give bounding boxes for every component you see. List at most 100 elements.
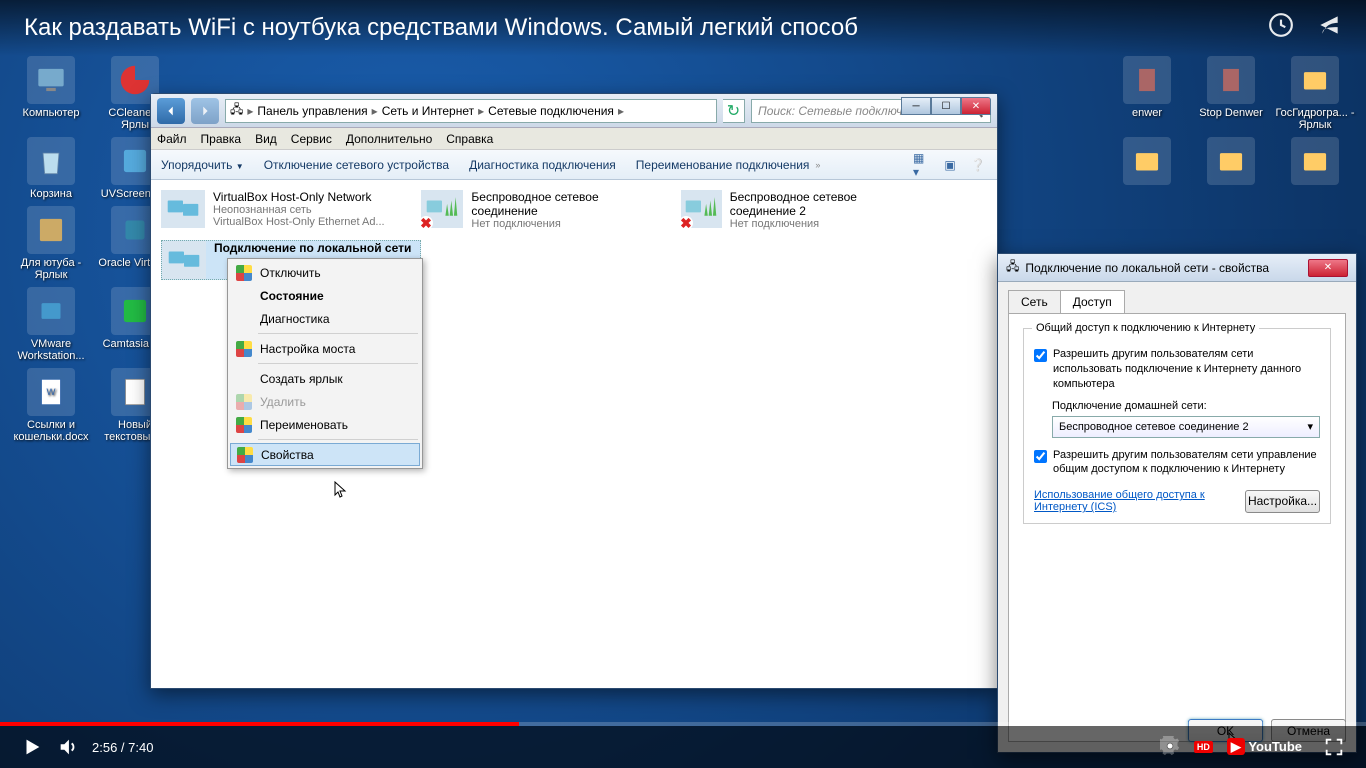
menu-view[interactable]: Вид xyxy=(255,132,277,146)
menu-edit[interactable]: Правка xyxy=(201,132,242,146)
dropdown-value: Беспроводное сетевое соединение 2 xyxy=(1059,421,1249,433)
toolbar-organize[interactable]: Упорядочить ▼ xyxy=(161,158,244,172)
close-button[interactable]: ✕ xyxy=(1308,259,1348,277)
checkbox-label: Разрешить другим пользователям сети упра… xyxy=(1053,448,1320,478)
tab-network[interactable]: Сеть xyxy=(1008,290,1061,313)
ctx-shortcut[interactable]: Создать ярлык xyxy=(230,367,420,390)
explorer-body[interactable]: VirtualBox Host-Only NetworkНеопознанная… xyxy=(151,180,997,688)
ctx-bridge[interactable]: Настройка моста xyxy=(230,337,420,360)
close-button[interactable]: ✕ xyxy=(961,97,991,115)
maximize-button[interactable]: ☐ xyxy=(931,97,961,115)
shield-icon xyxy=(236,265,252,281)
nav-back-button[interactable] xyxy=(157,98,185,124)
desktop-icon[interactable]: Корзина xyxy=(10,137,92,200)
wifi-icon xyxy=(681,190,722,228)
ctx-disconnect[interactable]: Отключить xyxy=(230,261,420,284)
toolbar-diagnose[interactable]: Диагностика подключения xyxy=(469,158,616,172)
help-icon[interactable]: ❔ xyxy=(969,156,987,174)
ctx-properties[interactable]: Свойства xyxy=(230,443,420,466)
share-icon[interactable] xyxy=(1316,12,1342,45)
toolbar: Упорядочить ▼ Отключение сетевого устрой… xyxy=(151,150,997,180)
desktop-icon[interactable] xyxy=(1106,137,1188,188)
breadcrumb-icon: 🖧 xyxy=(230,100,243,121)
dropdown-label: Подключение домашней сети: xyxy=(1052,400,1320,412)
menu-tools[interactable]: Сервис xyxy=(291,132,332,146)
network-item[interactable]: Беспроводное сетевое соединениеНет подкл… xyxy=(421,190,661,230)
ctx-rename[interactable]: Переименовать xyxy=(230,413,420,436)
ethernet-icon xyxy=(162,241,206,279)
icon-label: Корзина xyxy=(30,188,72,200)
network-icon xyxy=(161,190,205,228)
desktop-icon[interactable]: ГосГидрогра... - Ярлык xyxy=(1274,56,1356,131)
separator xyxy=(258,363,418,364)
icon-label: enwer xyxy=(1132,107,1162,119)
tab-sharing[interactable]: Доступ xyxy=(1060,290,1125,313)
wifi-icon xyxy=(421,190,463,228)
icon-label: Для ютуба - Ярлык xyxy=(10,257,92,281)
ctx-diagnose[interactable]: Диагностика xyxy=(230,307,420,330)
chevron-down-icon: ▾ xyxy=(1307,420,1313,433)
view-mode-icon[interactable]: ▦ ▾ xyxy=(913,156,931,174)
ctx-status[interactable]: Состояние xyxy=(230,284,420,307)
home-network-dropdown[interactable]: Беспроводное сетевое соединение 2 ▾ xyxy=(1052,416,1320,438)
volume-button[interactable] xyxy=(50,729,86,765)
preview-pane-icon[interactable]: ▣ xyxy=(941,156,959,174)
desktop-icon[interactable]: WСсылки и кошельки.docx xyxy=(10,368,92,443)
desktop-icon[interactable]: VMware Workstation... xyxy=(10,287,92,362)
breadcrumb-item[interactable]: Сеть и Интернет xyxy=(382,104,474,118)
checkbox-allow-share[interactable] xyxy=(1034,349,1047,362)
dialog-titlebar[interactable]: 🖧 Подключение по локальной сети - свойст… xyxy=(998,254,1356,282)
menu-file[interactable]: Файл xyxy=(157,132,187,146)
menu-extra[interactable]: Дополнительно xyxy=(346,132,432,146)
item-sub: Нет подключения xyxy=(471,218,661,230)
network-item[interactable]: VirtualBox Host-Only NetworkНеопознанная… xyxy=(161,190,401,230)
desktop-icon[interactable] xyxy=(1274,137,1356,188)
network-item[interactable]: Беспроводное сетевое соединение 2Нет под… xyxy=(681,190,921,230)
explorer-titlebar[interactable]: 🖧 ▸ Панель управления ▸ Сеть и Интернет … xyxy=(151,94,997,128)
toolbar-rename[interactable]: Переименование подключения xyxy=(636,158,810,172)
group-label: Общий доступ к подключению к Интернету xyxy=(1032,322,1259,334)
groupbox-ics: Общий доступ к подключению к Интернету Р… xyxy=(1023,328,1331,524)
desktop-icon[interactable]: Для ютуба - Ярлык xyxy=(10,206,92,281)
ctx-delete: Удалить xyxy=(230,390,420,413)
cursor-icon xyxy=(334,481,348,499)
separator xyxy=(258,333,418,334)
separator xyxy=(258,439,418,440)
settings-icon[interactable] xyxy=(1160,736,1180,759)
checkbox-label: Разрешить другим пользователям сети испо… xyxy=(1053,347,1320,392)
breadcrumb[interactable]: 🖧 ▸ Панель управления ▸ Сеть и Интернет … xyxy=(225,99,717,123)
desktop-icon[interactable]: enwer xyxy=(1106,56,1188,131)
shield-icon xyxy=(236,417,252,433)
nav-forward-button[interactable] xyxy=(191,98,219,124)
icon-label: VMware Workstation... xyxy=(10,338,92,362)
video-title-text: Как раздавать WiFi с ноутбука средствами… xyxy=(24,14,858,42)
breadcrumb-item[interactable]: Панель управления xyxy=(257,104,367,118)
icon-label: ГосГидрогра... - Ярлык xyxy=(1274,107,1356,131)
settings-button[interactable]: Настройка... xyxy=(1245,490,1320,513)
minimize-button[interactable]: ─ xyxy=(901,97,931,115)
toolbar-disable[interactable]: Отключение сетевого устройства xyxy=(264,158,449,172)
youtube-logo[interactable]: ▶ YouTube xyxy=(1227,739,1302,755)
toolbar-overflow[interactable]: » xyxy=(815,160,820,170)
icon-label: Компьютер xyxy=(23,107,80,119)
watch-later-icon[interactable] xyxy=(1268,12,1294,45)
item-sub: Нет подключения xyxy=(730,218,921,230)
context-menu: Отключить Состояние Диагностика Настройк… xyxy=(227,258,423,469)
properties-dialog: 🖧 Подключение по локальной сети - свойст… xyxy=(997,253,1357,753)
desktop-icon[interactable]: Stop Denwer xyxy=(1190,56,1272,131)
menu-help[interactable]: Справка xyxy=(446,132,493,146)
menubar: Файл Правка Вид Сервис Дополнительно Спр… xyxy=(151,128,997,150)
item-title: VirtualBox Host-Only Network xyxy=(213,190,385,204)
desktop-icon[interactable]: Компьютер xyxy=(10,56,92,131)
item-sub: Неопознанная сеть xyxy=(213,204,385,216)
fullscreen-button[interactable] xyxy=(1316,729,1352,765)
window-buttons: ─ ☐ ✕ xyxy=(901,97,991,115)
ics-link[interactable]: Использование общего доступа к Интернету… xyxy=(1034,489,1245,513)
breadcrumb-item[interactable]: Сетевые подключения xyxy=(488,104,614,118)
desktop-icon[interactable] xyxy=(1190,137,1272,188)
play-button[interactable] xyxy=(14,729,50,765)
svg-text:W: W xyxy=(47,387,56,398)
item-title: Беспроводное сетевое соединение 2 xyxy=(730,190,921,218)
checkbox-allow-control[interactable] xyxy=(1034,450,1047,463)
refresh-button[interactable]: ↻ xyxy=(723,99,745,123)
